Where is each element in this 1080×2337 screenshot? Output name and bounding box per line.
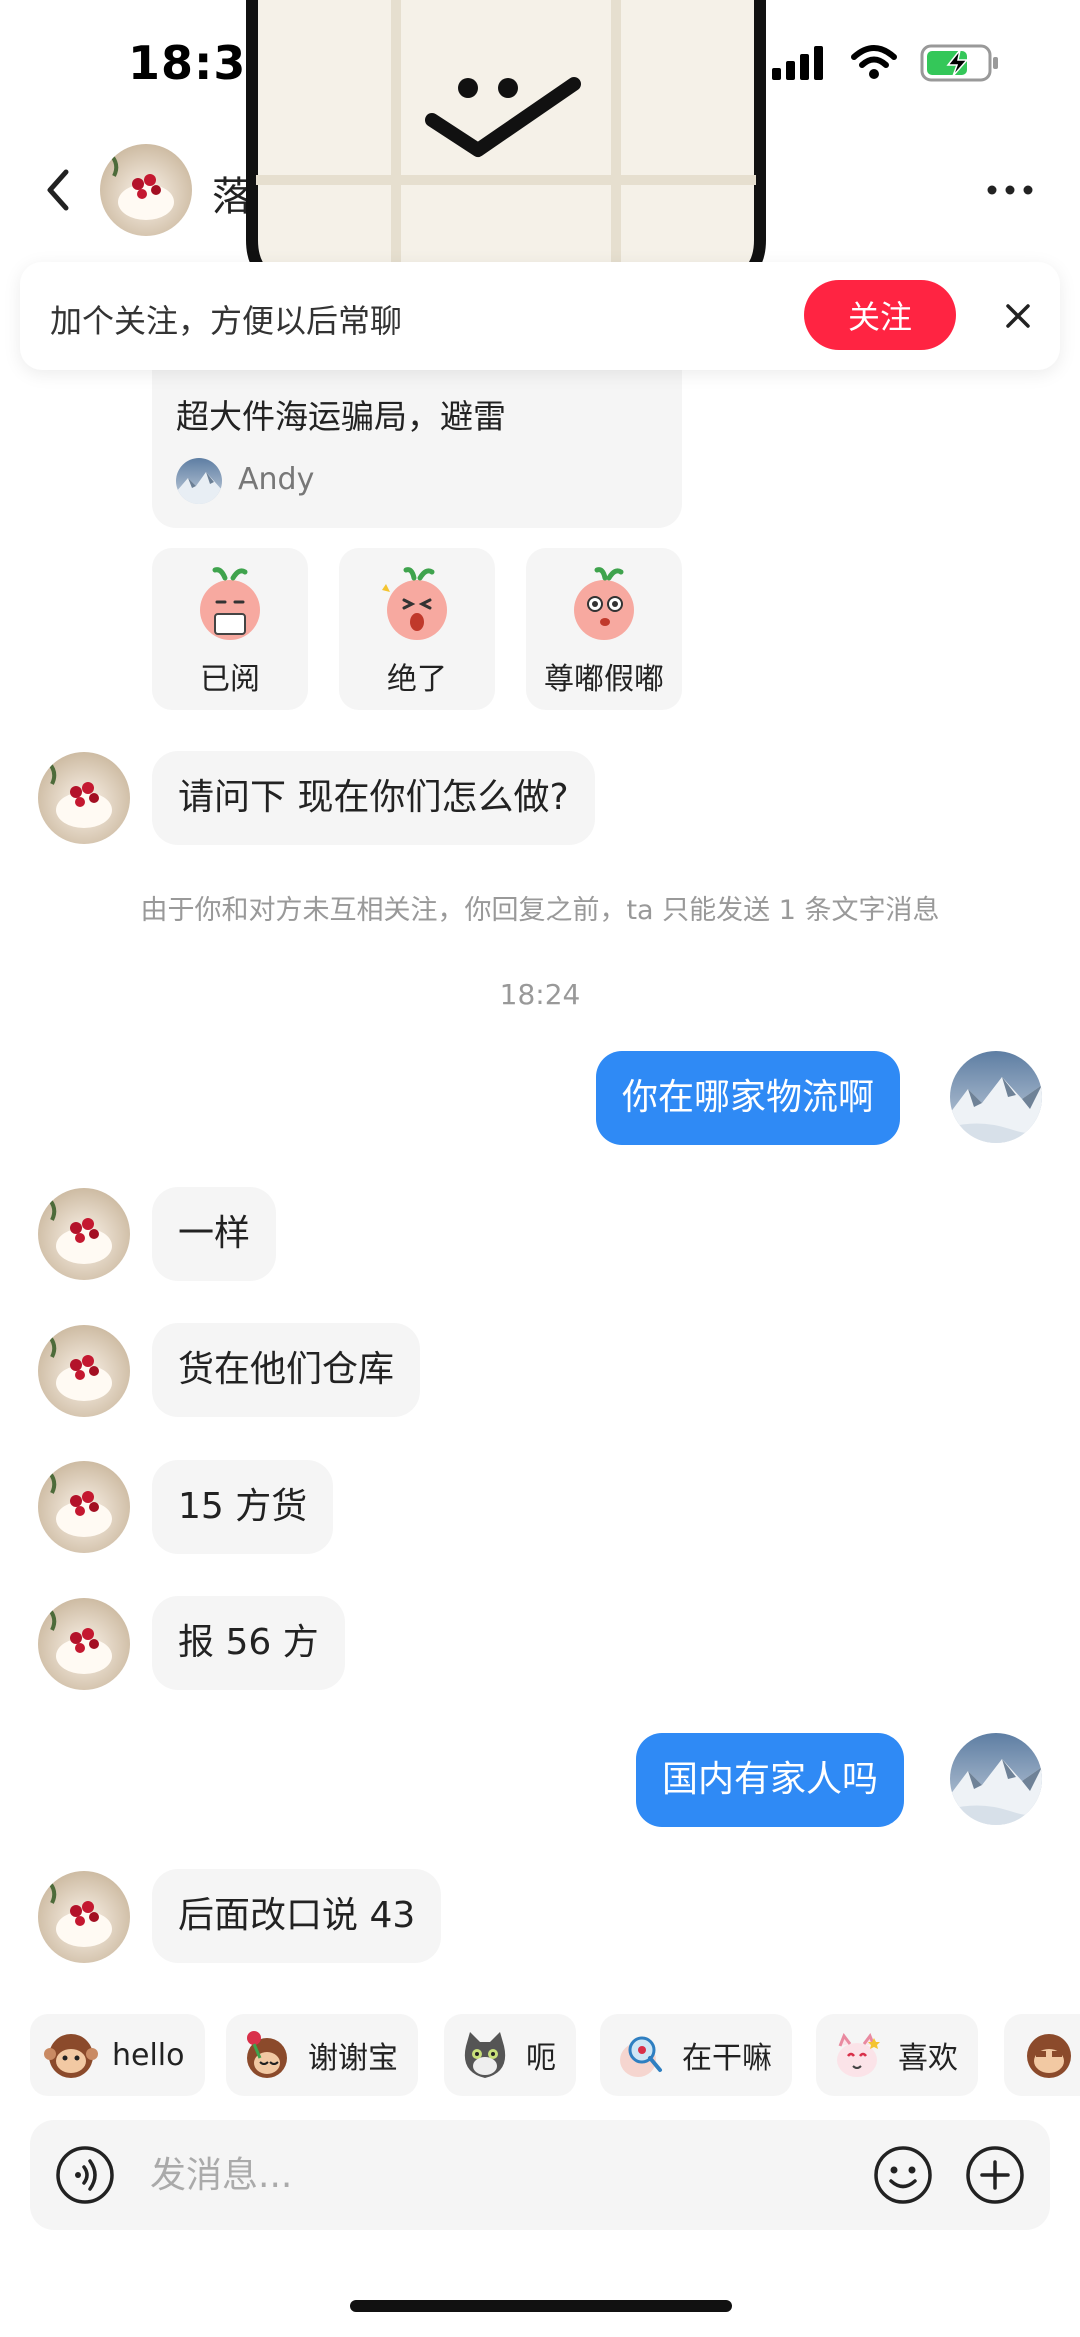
emoji-icon[interactable] <box>872 2144 934 2206</box>
sticker-chip-thanks[interactable]: 谢谢宝 <box>226 2014 418 2096</box>
quick-reply-label: 已阅 <box>200 662 260 697</box>
incoming-message[interactable]: 请问下 现在你们怎么做? <box>152 751 595 845</box>
sticker-suggestions: hello 谢谢宝 呃 在干嘛 喜欢 <box>0 2014 1080 2096</box>
quick-reply-awesome[interactable]: 绝了 <box>339 548 495 710</box>
monkey-rose-sticker-icon <box>247 2031 287 2078</box>
follow-banner: 加个关注，方便以后常聊 关注 <box>20 262 1060 370</box>
outgoing-message[interactable]: 国内有家人吗 <box>636 1733 905 1827</box>
cake-avatar-image <box>100 144 192 236</box>
sticker-chip-label: 喜欢 <box>898 2041 958 2076</box>
sticker-chip-what-doing[interactable]: 在干嘛 <box>600 2014 792 2096</box>
wifi-icon <box>851 45 897 79</box>
contact-avatar[interactable] <box>38 1871 130 1963</box>
magnifier-sticker-icon <box>620 2036 662 2077</box>
status-icons <box>772 44 1000 82</box>
incoming-message[interactable]: 后面改口说 43 <box>152 1869 442 1963</box>
sticker-chip-label: 谢谢宝 <box>308 2041 398 2076</box>
sticker-chip-hello[interactable]: hello <box>30 2014 205 2096</box>
contact-avatar[interactable] <box>38 1598 130 1690</box>
peach-really-sticker-icon <box>574 567 634 640</box>
cat-sticker-icon <box>464 2032 506 2078</box>
message-input[interactable] <box>150 2142 770 2208</box>
card-author: Andy <box>238 462 315 497</box>
contact-avatar[interactable] <box>38 752 130 844</box>
cat-love-sticker-icon <box>837 2032 880 2077</box>
outgoing-message[interactable]: 你在哪家物流啊 <box>596 1051 901 1145</box>
timestamp: 18:24 <box>499 978 581 1011</box>
shared-post-card[interactable]: 超大件海运骗局，避雷 Andy <box>152 360 682 528</box>
quick-reply-label: 尊嘟假嘟 <box>544 662 664 697</box>
contact-avatar[interactable] <box>38 1188 130 1280</box>
monkey-sticker-icon <box>44 2034 98 2078</box>
incoming-message[interactable]: 一样 <box>152 1187 277 1281</box>
close-icon[interactable] <box>990 288 1046 344</box>
home-indicator <box>350 2300 732 2312</box>
signal-icon <box>772 46 823 80</box>
my-avatar[interactable] <box>950 1733 1042 1825</box>
my-avatar[interactable] <box>950 1051 1042 1143</box>
quick-reply-label: 绝了 <box>387 662 447 697</box>
contact-avatar[interactable] <box>100 144 192 236</box>
contact-avatar[interactable] <box>38 1325 130 1417</box>
card-author-avatar <box>176 458 222 504</box>
sticker-chip-label: 在干嘛 <box>682 2041 772 2076</box>
card-title: 超大件海运骗局，避雷 <box>176 397 506 436</box>
incoming-message[interactable]: 报 56 方 <box>152 1596 345 1690</box>
message-composer <box>30 2120 1050 2230</box>
back-button[interactable] <box>30 160 90 220</box>
contact-avatar[interactable] <box>38 1461 130 1553</box>
voice-icon[interactable] <box>54 2144 116 2206</box>
follow-prompt-text: 加个关注，方便以后常聊 <box>50 302 403 340</box>
follow-button[interactable]: 关注 <box>804 280 956 350</box>
incoming-message[interactable]: 15 方货 <box>152 1460 334 1554</box>
peach-amazed-sticker-icon <box>382 567 447 640</box>
monkey-sticker-icon <box>1027 2034 1071 2078</box>
battery-charging-icon <box>920 44 998 82</box>
sticker-chip-more[interactable] <box>1004 2014 1080 2096</box>
plus-icon[interactable] <box>964 2144 1026 2206</box>
quick-reply-read[interactable]: 已阅 <box>152 548 308 710</box>
sticker-chip-label: 呃 <box>526 2041 556 2076</box>
peach-reading-sticker-icon <box>200 567 260 640</box>
more-dots-icon[interactable] <box>980 170 1040 210</box>
system-note: 由于你和对方未互相关注，你回复之前，ta 只能发送 1 条文字消息 <box>140 895 940 926</box>
sticker-chip-label: hello <box>112 2037 185 2073</box>
sticker-chip-like[interactable]: 喜欢 <box>816 2014 978 2096</box>
floating-sticker-overlay <box>246 0 766 288</box>
quick-reply-really[interactable]: 尊嘟假嘟 <box>526 548 682 710</box>
incoming-message[interactable]: 货在他们仓库 <box>152 1323 421 1417</box>
sticker-chip-uh[interactable]: 呃 <box>444 2014 576 2096</box>
